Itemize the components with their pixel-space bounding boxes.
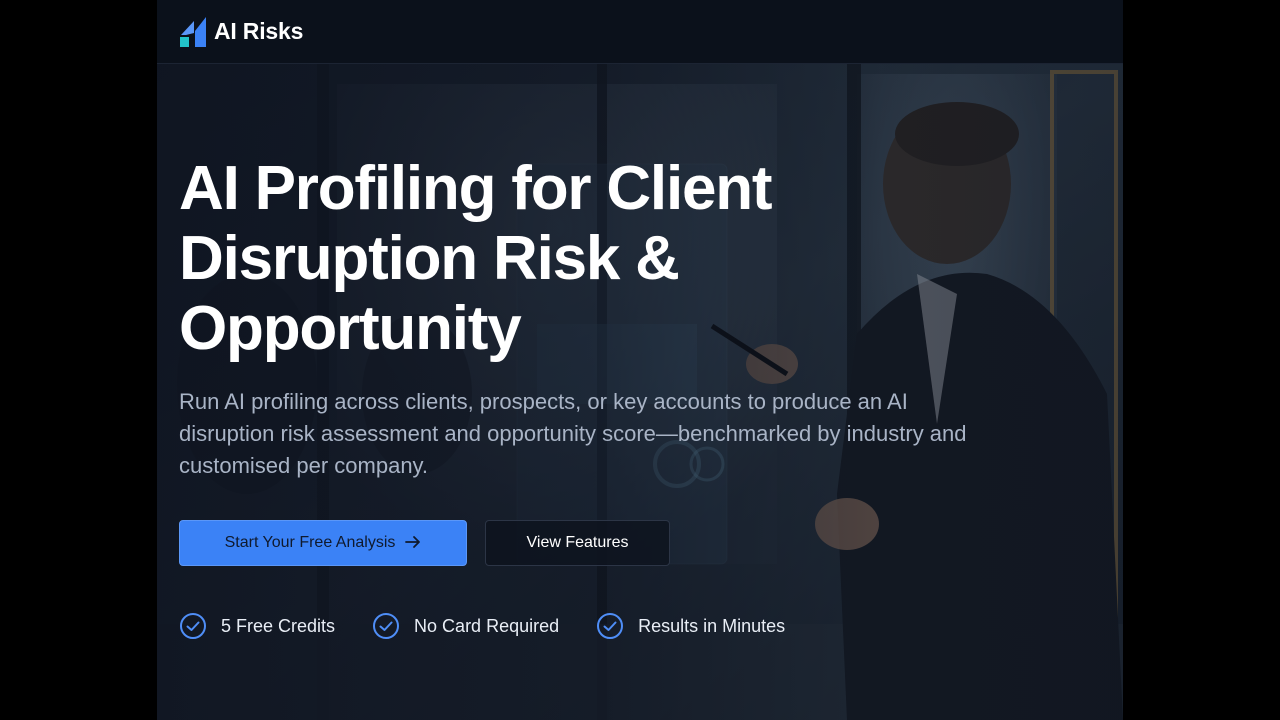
check-circle-icon [597,613,624,639]
view-features-button[interactable]: View Features [485,520,670,566]
brand-name: AI Risks [214,18,304,44]
feature-item: No Card Required [372,612,559,640]
headline-line-3: Opportunity [179,294,522,363]
hero-headline: AI Profiling for Client Disruption Risk … [179,154,999,364]
start-free-analysis-label: Start Your Free Analysis [224,534,396,551]
hero-section: AI Profiling for Client Disruption Risk … [157,64,1123,720]
feature-badges: 5 Free Credits No Card Required Results … [179,612,785,640]
logo[interactable]: AI Risks [180,16,304,47]
landing-page: AI Risks AI Profiling for Client Disrupt… [157,0,1123,720]
arrow-right-icon [405,534,421,552]
check-circle-icon [373,613,400,639]
feature-item: 5 Free Credits [179,612,335,640]
view-features-label: View Features [526,534,629,551]
headline-line-1: AI Profiling for Client [179,154,773,223]
site-header: AI Risks [157,0,1123,64]
feature-label: 5 Free Credits [221,615,336,636]
start-free-analysis-button[interactable]: Start Your Free Analysis [179,520,467,566]
check-circle-icon [180,613,206,639]
feature-label: Results in Minutes [638,615,786,636]
headline-line-2: Disruption Risk & [179,224,680,293]
feature-item: Results in Minutes [596,612,785,640]
ai-risks-logo-icon [180,16,206,47]
hero-subtext: Run AI profiling across clients, prospec… [179,389,967,478]
feature-label: No Card Required [414,615,560,636]
